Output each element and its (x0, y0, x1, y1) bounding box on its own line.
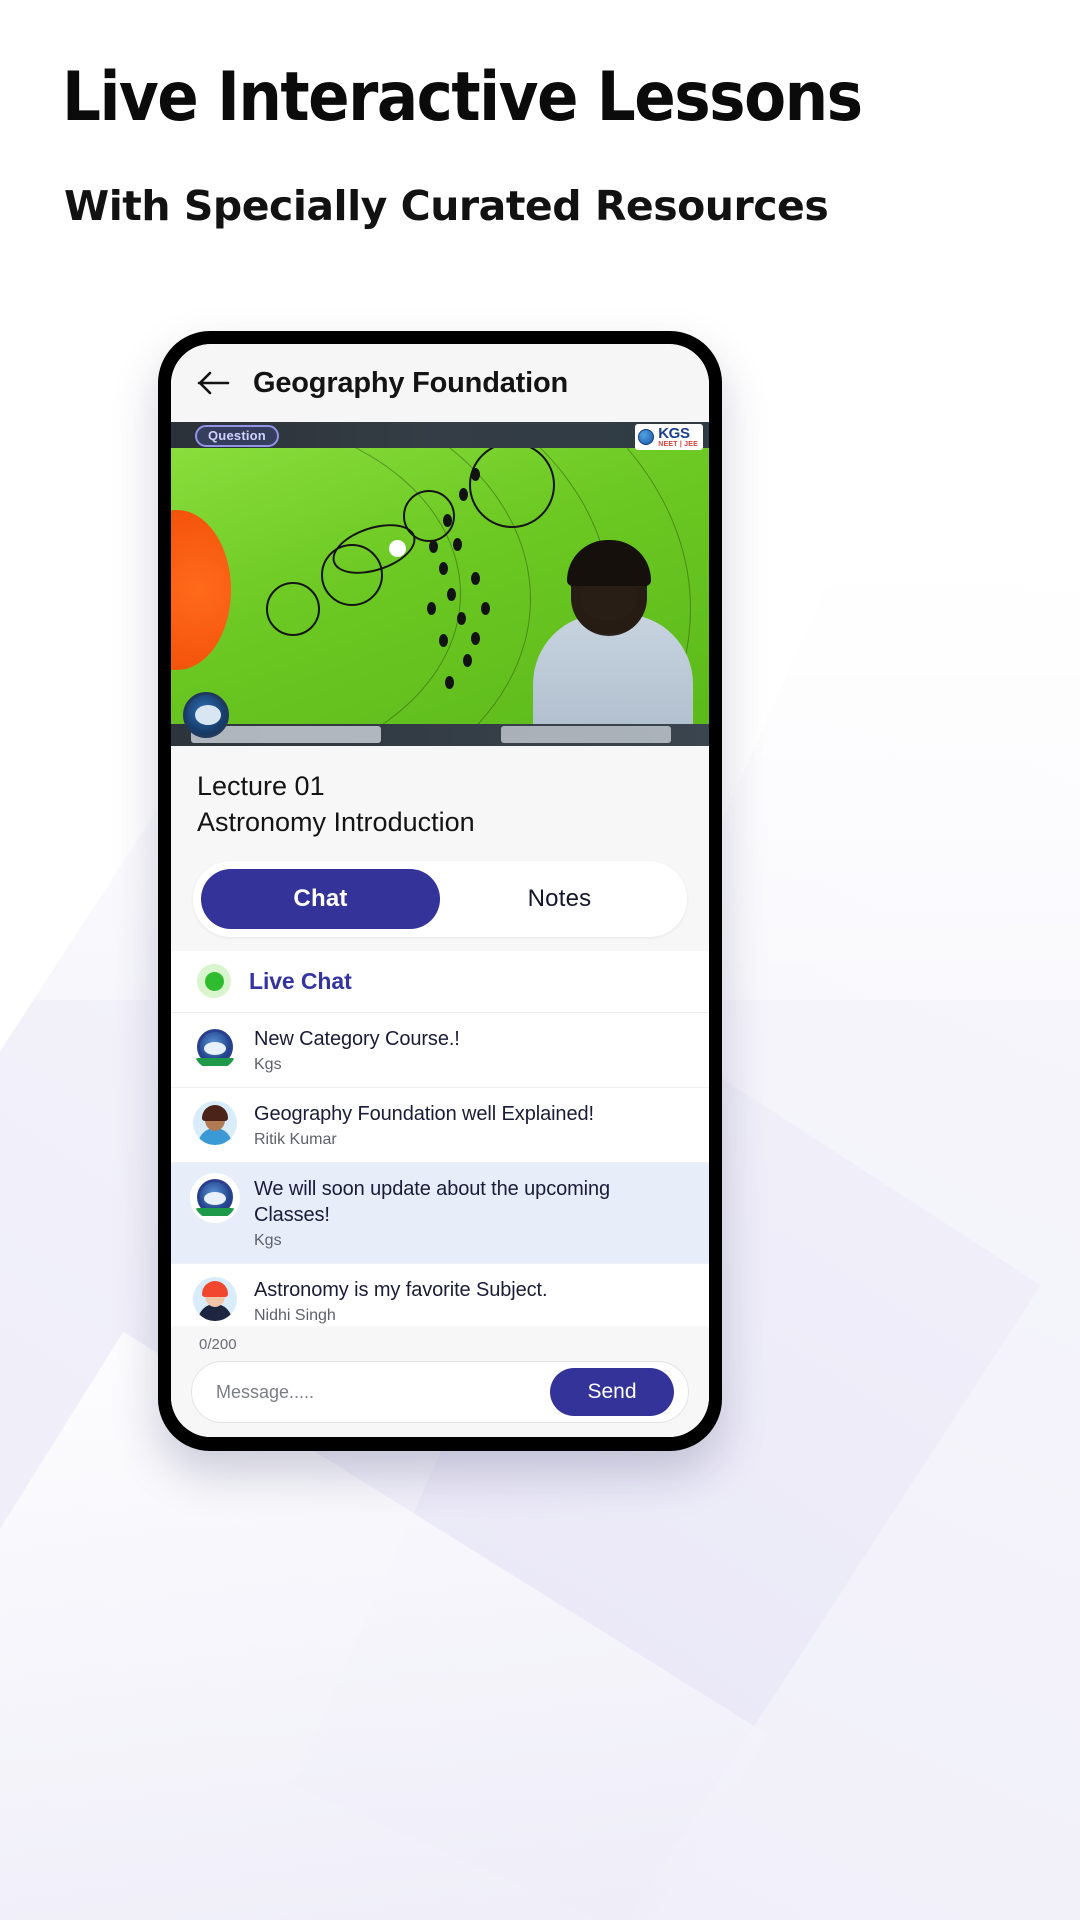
live-chat-label: Live Chat (249, 967, 352, 994)
message-author: Ritik Kumar (254, 1131, 337, 1149)
tab-bar: Chat Notes (193, 860, 687, 937)
lecture-info: Lecture 01 Astronomy Introduction (171, 746, 709, 849)
kgs-brand: KGS (658, 425, 690, 442)
sketch-planet (389, 540, 406, 557)
chat-message-list[interactable]: New Category Course.! Kgs Geography Foun… (171, 1012, 709, 1326)
kgs-logo-avatar (193, 1025, 237, 1070)
message-text: Geography Foundation well Explained! (254, 1103, 594, 1126)
live-chat-header: Live Chat (171, 950, 709, 1013)
question-badge: Question (195, 425, 279, 447)
message-text: Astronomy is my favorite Subject. (254, 1279, 548, 1302)
phone-screen: Geography Foundation Question KGS NEET |… (171, 344, 709, 1437)
message-author: Nidhi Singh (254, 1307, 336, 1325)
composer-row: Message..... Send (191, 1361, 689, 1423)
message-text: We will soon update about the upcoming C… (254, 1178, 611, 1227)
message-composer: 0/200 Message..... Send (171, 1326, 709, 1437)
page-subtitle: With Specially Curated Resources (64, 182, 829, 230)
tab-notes[interactable]: Notes (440, 869, 679, 929)
tab-chat[interactable]: Chat (201, 868, 440, 929)
kgs-brand-sub: NEET | JEE (658, 441, 698, 448)
message-author: Kgs (254, 1055, 282, 1073)
sketch-circle (266, 582, 320, 636)
kgs-watermark: KGS NEET | JEE (635, 424, 703, 450)
chat-message-row[interactable]: We will soon update about the upcoming C… (171, 1163, 709, 1265)
character-counter: 0/200 (199, 1336, 237, 1353)
arrow-left-icon[interactable] (197, 368, 231, 398)
user-avatar (193, 1277, 237, 1322)
phone-mockup: Geography Foundation Question KGS NEET |… (158, 331, 722, 1451)
app-bar: Geography Foundation (171, 344, 709, 422)
globe-icon (638, 429, 655, 445)
chat-message-row[interactable]: Geography Foundation well Explained! Rit… (171, 1088, 709, 1164)
lecture-topic: Astronomy Introduction (197, 807, 475, 838)
chat-message-row[interactable]: New Category Course.! Kgs (171, 1013, 709, 1089)
page-title: Live Interactive Lessons (62, 58, 863, 137)
message-input[interactable]: Message..... Send (191, 1361, 689, 1423)
chat-message-row[interactable]: Astronomy is my favorite Subject. Nidhi … (171, 1264, 709, 1326)
kgs-logo-avatar (193, 1176, 237, 1221)
video-player[interactable]: Question KGS NEET | JEE (171, 422, 709, 746)
institute-seal-icon (183, 692, 229, 738)
lecture-number: Lecture 01 (197, 771, 325, 801)
video-desk-strip (501, 726, 671, 743)
tabs-container: Chat Notes (171, 848, 709, 951)
teacher-figure (519, 506, 709, 746)
message-input-placeholder: Message..... (216, 1381, 315, 1402)
app-bar-title: Geography Foundation (253, 366, 568, 399)
message-text: New Category Course.! (254, 1027, 460, 1050)
live-status-dot-icon (197, 964, 231, 999)
user-avatar (193, 1101, 237, 1146)
message-author: Kgs (254, 1232, 282, 1250)
promo-headings: Live Interactive Lessons With Specially … (0, 0, 1080, 229)
send-button[interactable]: Send (550, 1368, 674, 1416)
